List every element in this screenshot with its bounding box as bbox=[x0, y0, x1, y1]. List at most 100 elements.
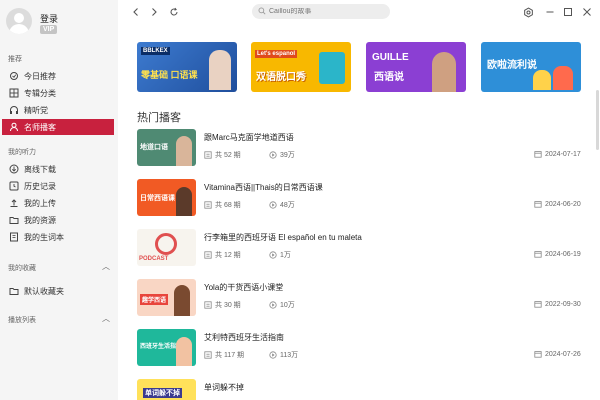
podcast-title[interactable]: 跟Marc马克面学地道西语 bbox=[204, 132, 294, 143]
calendar-icon bbox=[534, 351, 542, 358]
folder-icon bbox=[8, 286, 19, 297]
maximize-icon[interactable] bbox=[560, 4, 576, 20]
episode-count: 共 68 期 bbox=[204, 200, 241, 210]
refresh-icon[interactable] bbox=[166, 4, 182, 20]
settings-icon[interactable] bbox=[520, 4, 536, 20]
minimize-icon[interactable] bbox=[542, 4, 558, 20]
sidebar-item-vocabulary[interactable]: 我的生词本 bbox=[2, 229, 114, 245]
thumbnail-text: 日常西语课 bbox=[140, 195, 175, 202]
play-icon bbox=[269, 201, 277, 209]
sidebar-item-categories[interactable]: 专辑分类 bbox=[2, 85, 114, 101]
sidebar-item-intensive[interactable]: 精听党 bbox=[2, 102, 114, 118]
podcast-thumbnail[interactable]: PODCAST bbox=[137, 229, 196, 266]
banner-tag: BBLKEX bbox=[141, 47, 170, 55]
chevron-up-icon[interactable]: ︿ bbox=[102, 313, 110, 324]
scrollbar[interactable] bbox=[596, 90, 599, 150]
podcast-title[interactable]: 单词躲不掉 bbox=[204, 382, 244, 393]
podcast-thumbnail[interactable]: 日常西语课 bbox=[137, 179, 196, 216]
user-profile[interactable]: 登录 VIP bbox=[6, 8, 116, 44]
download-icon bbox=[8, 164, 19, 175]
date-text: 2022-09-30 bbox=[545, 300, 581, 308]
podcast-row[interactable]: 单词躲不掉 单词躲不掉 bbox=[137, 379, 592, 400]
sidebar-item-resources[interactable]: 我的资源 bbox=[2, 212, 114, 228]
sidebar-item-today[interactable]: 今日推荐 bbox=[2, 68, 114, 84]
podcast-thumbnail[interactable]: 单词躲不掉 bbox=[137, 379, 196, 400]
sidebar-item-label: 默认收藏夹 bbox=[24, 286, 64, 296]
sidebar-item-label: 我的上传 bbox=[24, 198, 56, 208]
sidebar-item-label: 我的资源 bbox=[24, 215, 56, 225]
podcast-thumbnail[interactable]: 地道口语 bbox=[137, 129, 196, 166]
sidebar-item-label: 历史记录 bbox=[24, 181, 56, 191]
sidebar-item-label: 精听党 bbox=[24, 105, 48, 115]
banner-title: 欧啦流利说 bbox=[487, 60, 537, 71]
podcast-row[interactable]: 西班牙生活指南 艾利特西班牙生活指南 共 117 期 113万 2024-07-… bbox=[137, 329, 592, 369]
sidebar-item-label: 离线下载 bbox=[24, 164, 56, 174]
sidebar-item-uploads[interactable]: 我的上传 bbox=[2, 195, 114, 211]
play-count-text: 39万 bbox=[280, 152, 295, 159]
date-text: 2024-06-19 bbox=[545, 250, 581, 258]
play-count: 39万 bbox=[269, 150, 295, 160]
episode-count-text: 共 12 期 bbox=[215, 252, 241, 259]
calendar-icon bbox=[534, 251, 542, 258]
play-count-text: 113万 bbox=[280, 352, 299, 359]
section-playlist-title: 播放列表 bbox=[8, 317, 36, 324]
search-box[interactable] bbox=[252, 4, 390, 19]
list-icon bbox=[204, 151, 212, 159]
episode-count-text: 共 52 期 bbox=[215, 152, 241, 159]
play-count: 48万 bbox=[269, 200, 295, 210]
play-count: 1万 bbox=[269, 250, 291, 260]
podcast-title[interactable]: Vitamina西语||Thais的日常西语课 bbox=[204, 182, 323, 193]
sidebar-item-downloads[interactable]: 离线下载 bbox=[2, 161, 114, 177]
episode-count: 共 52 期 bbox=[204, 150, 241, 160]
search-icon bbox=[258, 7, 266, 17]
list-icon bbox=[204, 351, 212, 359]
podcast-title[interactable]: 行李箱里的西班牙语 El español en tu maleta bbox=[204, 232, 362, 243]
headphones-icon bbox=[8, 105, 19, 116]
sidebar-item-teacher-podcasts[interactable]: 名师播客 bbox=[2, 119, 114, 135]
podcast-row[interactable]: 趣学西语 Yola的干货西语小课堂 共 30 期 10万 2022-09-30 bbox=[137, 279, 592, 319]
top-bar bbox=[118, 0, 600, 24]
sidebar-item-label: 名师播客 bbox=[24, 122, 56, 132]
play-icon bbox=[269, 351, 277, 359]
sidebar-item-history[interactable]: 历史记录 bbox=[2, 178, 114, 194]
login-label[interactable]: 登录 bbox=[40, 12, 58, 25]
play-count-text: 10万 bbox=[280, 302, 295, 309]
episode-count-text: 共 68 期 bbox=[215, 202, 241, 209]
episode-count: 共 12 期 bbox=[204, 250, 241, 260]
chevron-up-icon[interactable]: ︿ bbox=[102, 261, 110, 272]
close-icon[interactable] bbox=[579, 4, 595, 20]
list-icon bbox=[204, 301, 212, 309]
banner-tag: Let's espanol bbox=[255, 50, 298, 58]
banner-fluent-spanish[interactable]: 欧啦流利说 bbox=[481, 42, 581, 92]
banner-guille[interactable]: GUILLE 西语说 bbox=[366, 42, 466, 92]
search-input[interactable] bbox=[269, 8, 384, 15]
calendar-icon bbox=[534, 301, 542, 308]
folder-icon bbox=[8, 215, 19, 226]
podcast-row[interactable]: 地道口语 跟Marc马克面学地道西语 共 52 期 39万 2024-07-17 bbox=[137, 129, 592, 169]
episode-count: 共 30 期 bbox=[204, 300, 241, 310]
back-arrow-icon[interactable] bbox=[128, 4, 144, 20]
update-date: 2022-09-30 bbox=[534, 300, 581, 308]
forward-arrow-icon[interactable] bbox=[146, 4, 162, 20]
podcast-title[interactable]: Yola的干货西语小课堂 bbox=[204, 282, 283, 293]
date-text: 2024-07-17 bbox=[545, 150, 581, 158]
podcast-row[interactable]: 日常西语课 Vitamina西语||Thais的日常西语课 共 68 期 48万… bbox=[137, 179, 592, 219]
update-date: 2024-07-17 bbox=[534, 150, 581, 158]
section-title-hot-podcasts: 热门播客 bbox=[137, 112, 181, 124]
upload-icon bbox=[8, 198, 19, 209]
podcast-row[interactable]: PODCAST 行李箱里的西班牙语 El español en tu malet… bbox=[137, 229, 592, 269]
avatar[interactable] bbox=[6, 8, 32, 34]
sidebar: 登录 VIP 推荐 今日推荐 专辑分类 精听党 名师播客 我的听力 离线下载 历… bbox=[0, 0, 118, 400]
banner-oral-course[interactable]: BBLKEX 零基础 口语课 bbox=[137, 42, 237, 92]
banner-bilingual-talkshow[interactable]: Let's espanol 双语脱口秀 bbox=[251, 42, 351, 92]
podcast-title[interactable]: 艾利特西班牙生活指南 bbox=[204, 332, 284, 343]
sidebar-item-default-favorites[interactable]: 默认收藏夹 bbox=[2, 283, 114, 299]
banner-title: GUILLE bbox=[372, 52, 409, 63]
episode-count: 共 117 期 bbox=[204, 350, 244, 360]
podcast-thumbnail[interactable]: 西班牙生活指南 bbox=[137, 329, 196, 366]
update-date: 2024-07-26 bbox=[534, 350, 581, 358]
calendar-icon bbox=[534, 201, 542, 208]
play-icon bbox=[269, 251, 277, 259]
grid-icon bbox=[8, 88, 19, 99]
podcast-thumbnail[interactable]: 趣学西语 bbox=[137, 279, 196, 316]
